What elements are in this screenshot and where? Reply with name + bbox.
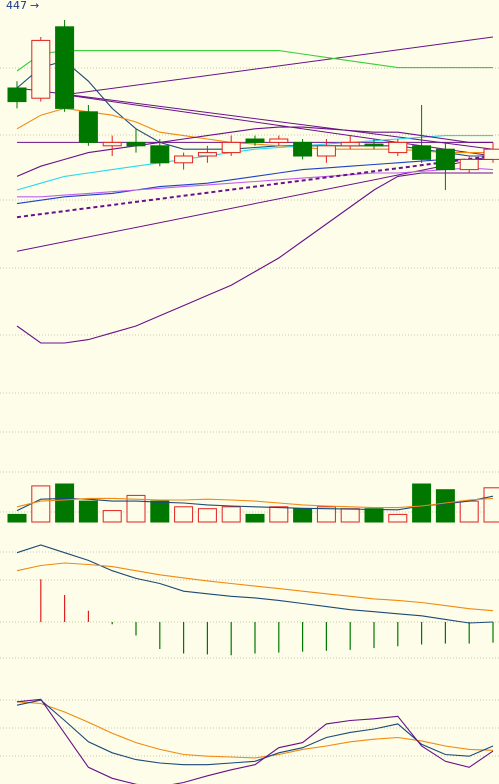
volume-bar [7,513,27,523]
candle-body [7,87,27,103]
volume-bar [55,483,75,523]
oscillator-line-ma_short [16,699,494,766]
trend-line [16,155,494,252]
candle-body [364,143,384,147]
candle-body [150,145,170,164]
chart-canvas: 447 → [0,0,499,784]
candle-body [269,138,289,143]
trend-line [64,36,494,96]
candle-body [197,152,217,157]
candle-body [102,141,122,147]
candle-body [31,39,51,99]
candle-body [78,111,98,143]
volume-bar [221,506,241,523]
macd-panel [16,544,494,656]
macd-line-ma_mid [16,562,494,612]
volume-bar [483,487,499,523]
candle-body [435,148,455,171]
price-line-pink [17,167,494,198]
candle-body [388,141,408,154]
volume-panel [7,483,499,523]
candle-body [293,141,313,157]
volume-bar [388,513,408,523]
candle-body [126,141,146,147]
volume-bar [102,510,122,523]
candle-body [245,138,265,143]
volume-bar [245,513,265,523]
candle-body [340,141,360,147]
volume-bar [340,508,360,523]
volume-bar [293,508,313,523]
volume-bar [31,485,51,523]
volume-bar [197,508,217,523]
dashed-trend-line [16,155,494,219]
volume-bar [435,489,455,523]
volume-bar [174,506,194,523]
volume-bar [459,500,479,523]
oscillator-panel [16,698,494,784]
volume-bar [150,500,170,523]
volume-bar [364,508,384,523]
price-annotation: 447 [6,0,27,12]
candle-body [221,141,241,154]
right-arrow-icon: → [30,0,39,12]
price-panel [7,20,499,344]
candle-body [174,155,194,164]
price-line-purple [16,172,493,344]
candle-body [316,145,336,157]
candle-body [459,158,479,171]
volume-bar [78,500,98,523]
volume-bar [412,483,432,523]
candle-body [483,148,499,160]
oscillator-line-ma_mid [16,701,494,759]
volume-bar [269,506,289,523]
candle-body [412,145,432,160]
candle-body [55,26,75,109]
